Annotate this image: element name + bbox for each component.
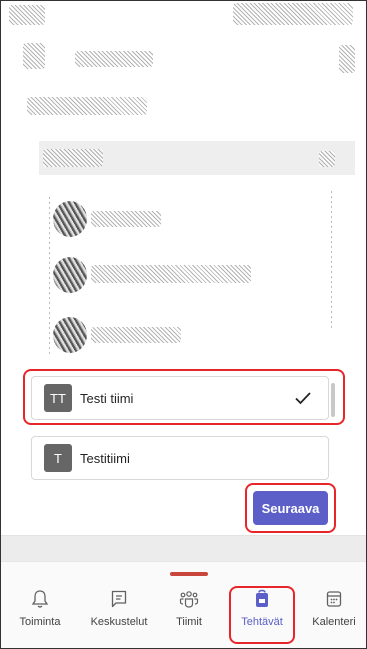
calendar-icon xyxy=(324,589,344,609)
app-frame: TT Testi tiimi T Testitiimi Seuraava Toi… xyxy=(0,0,367,649)
next-button-highlight xyxy=(245,483,336,533)
selected-team-highlight xyxy=(23,369,345,425)
nav-item-teams[interactable]: Tiimit xyxy=(154,589,224,639)
team-name: Testitiimi xyxy=(80,450,130,466)
nav-item-calendar[interactable]: Kalenteri xyxy=(299,589,366,639)
nav-item-activity[interactable]: Toiminta xyxy=(5,589,75,639)
drag-handle[interactable] xyxy=(170,572,208,576)
bell-icon xyxy=(30,589,50,609)
teams-icon xyxy=(179,589,199,609)
redacted-content xyxy=(9,1,355,371)
nav-assignments-highlight xyxy=(229,586,295,644)
team-option[interactable]: T Testitiimi xyxy=(31,436,329,480)
nav-item-chat[interactable]: Keskustelut xyxy=(84,589,154,639)
nav-label: Kalenteri xyxy=(312,616,356,628)
nav-label: Tiimit xyxy=(176,616,202,628)
nav-label: Keskustelut xyxy=(90,616,148,628)
team-avatar: T xyxy=(44,444,72,472)
nav-label: Toiminta xyxy=(19,616,61,628)
chat-icon xyxy=(109,589,129,609)
